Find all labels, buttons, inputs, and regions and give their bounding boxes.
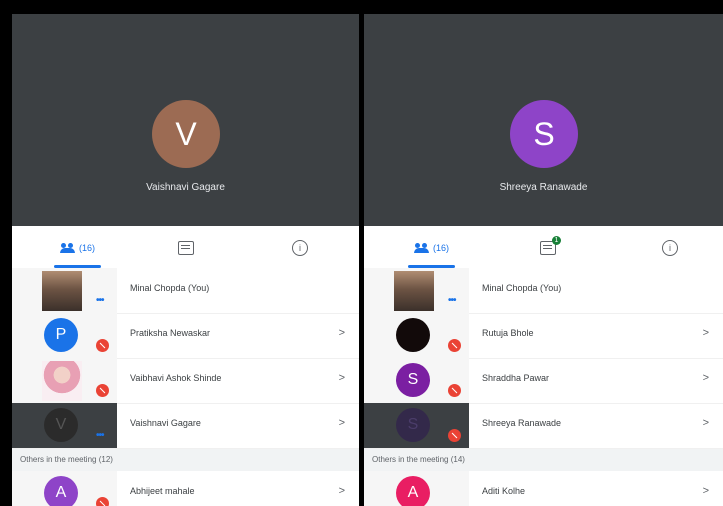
participant-avatar: A	[396, 476, 430, 506]
chevron-right-icon[interactable]: >	[703, 485, 709, 497]
participant-name: Rutuja Bhole	[482, 328, 534, 338]
participant-name: Aditi Kolhe	[482, 486, 526, 496]
participant-avatar: S	[396, 363, 430, 397]
participant-row[interactable]: ••• Minal Chopda (You)	[12, 268, 359, 314]
participant-photo	[42, 271, 82, 311]
more-dots-icon: •••	[448, 295, 456, 306]
participant-name: Shreeya Ranawade	[482, 418, 562, 428]
meeting-panel-left: V Vaishnavi Gagare (16) i ••• Minal Chop…	[12, 14, 359, 506]
more-dots-icon: •••	[96, 295, 104, 306]
participant-row[interactable]: P Pratiksha Newaskar >	[12, 313, 359, 359]
participant-name: Abhijeet mahale	[130, 486, 195, 496]
mic-off-icon	[448, 429, 461, 442]
participant-row[interactable]: A Aditi Kolhe >	[364, 471, 723, 506]
participant-name: Shraddha Pawar	[482, 373, 550, 383]
tab-people[interactable]: (16)	[407, 236, 456, 268]
participant-avatar	[396, 318, 430, 352]
info-icon: i	[292, 240, 308, 256]
participant-row[interactable]: S Shraddha Pawar >	[364, 358, 723, 404]
others-section-label: Others in the meeting (14)	[364, 449, 723, 471]
participant-thumb: A	[12, 471, 117, 506]
people-icon	[60, 243, 76, 253]
participant-row[interactable]: Rutuja Bhole >	[364, 313, 723, 359]
participant-name: Minal Chopda (You)	[130, 283, 210, 293]
participant-thumb: P	[12, 313, 117, 358]
mic-off-icon	[96, 339, 109, 352]
video-tile[interactable]: S Shreeya Ranawade	[364, 14, 723, 226]
participant-thumb: S	[364, 403, 469, 448]
participant-row[interactable]: Vaibhavi Ashok Shinde >	[12, 358, 359, 404]
mic-off-icon	[448, 339, 461, 352]
tab-info[interactable]: i	[292, 236, 308, 260]
participant-name: Pratiksha Newaskar	[130, 328, 211, 338]
participant-photo	[394, 271, 434, 311]
chevron-right-icon[interactable]: >	[339, 485, 345, 497]
participant-row[interactable]: V ••• Vaishnavi Gagare >	[12, 403, 359, 449]
panel-tabs: (16) i	[12, 226, 359, 269]
participant-avatar: S	[396, 408, 430, 442]
tab-people[interactable]: (16)	[53, 236, 102, 268]
participant-name: Minal Chopda (You)	[482, 283, 562, 293]
participant-thumb: A	[364, 471, 469, 506]
speaker-avatar: V	[152, 100, 220, 168]
participant-thumb: •••	[364, 268, 469, 313]
participant-thumb: •••	[12, 268, 117, 313]
people-icon	[414, 243, 430, 253]
chevron-right-icon[interactable]: >	[703, 417, 709, 429]
participant-thumb: V •••	[12, 403, 117, 448]
panel-tabs: (16) 1 i	[364, 226, 723, 269]
participant-avatar: V	[44, 408, 78, 442]
tab-chat[interactable]	[178, 236, 194, 260]
participant-name: Vaishnavi Gagare	[130, 418, 201, 428]
chevron-right-icon[interactable]: >	[339, 327, 345, 339]
mic-off-icon	[96, 384, 109, 397]
chevron-right-icon[interactable]: >	[703, 372, 709, 384]
participant-thumb: S	[364, 358, 469, 403]
info-icon: i	[662, 240, 678, 256]
participant-row[interactable]: A Abhijeet mahale >	[12, 471, 359, 506]
speaker-avatar: S	[510, 100, 578, 168]
chat-icon: 1	[540, 236, 561, 255]
chat-icon	[178, 241, 194, 255]
speaker-name: Shreeya Ranawade	[499, 182, 588, 193]
people-count: (16)	[79, 243, 96, 253]
participant-avatar: P	[44, 318, 78, 352]
others-section-label: Others in the meeting (12)	[12, 449, 359, 471]
chat-unread-badge: 1	[552, 236, 561, 245]
participant-row[interactable]: S Shreeya Ranawade >	[364, 403, 723, 449]
tab-info[interactable]: i	[662, 236, 678, 260]
tab-chat[interactable]: 1	[540, 236, 561, 260]
participant-name: Vaibhavi Ashok Shinde	[130, 373, 222, 383]
participant-thumb	[364, 313, 469, 358]
speaker-name: Vaishnavi Gagare	[146, 182, 225, 193]
participant-avatar: A	[44, 476, 78, 506]
participant-row[interactable]: ••• Minal Chopda (You)	[364, 268, 723, 314]
people-count: (16)	[433, 243, 450, 253]
participant-list: ••• Minal Chopda (You) P Pratiksha Newas…	[12, 268, 359, 506]
participant-photo	[42, 361, 82, 401]
participant-thumb	[12, 358, 117, 403]
meeting-panel-right: S Shreeya Ranawade (16) 1 i ••• Minal Ch…	[364, 14, 723, 506]
more-dots-icon: •••	[96, 430, 104, 441]
participant-list: ••• Minal Chopda (You) Rutuja Bhole > S …	[364, 268, 723, 506]
chevron-right-icon[interactable]: >	[339, 417, 345, 429]
chevron-right-icon[interactable]: >	[703, 327, 709, 339]
video-tile[interactable]: V Vaishnavi Gagare	[12, 14, 359, 226]
chevron-right-icon[interactable]: >	[339, 372, 345, 384]
mic-off-icon	[448, 384, 461, 397]
mic-off-icon	[96, 497, 109, 506]
